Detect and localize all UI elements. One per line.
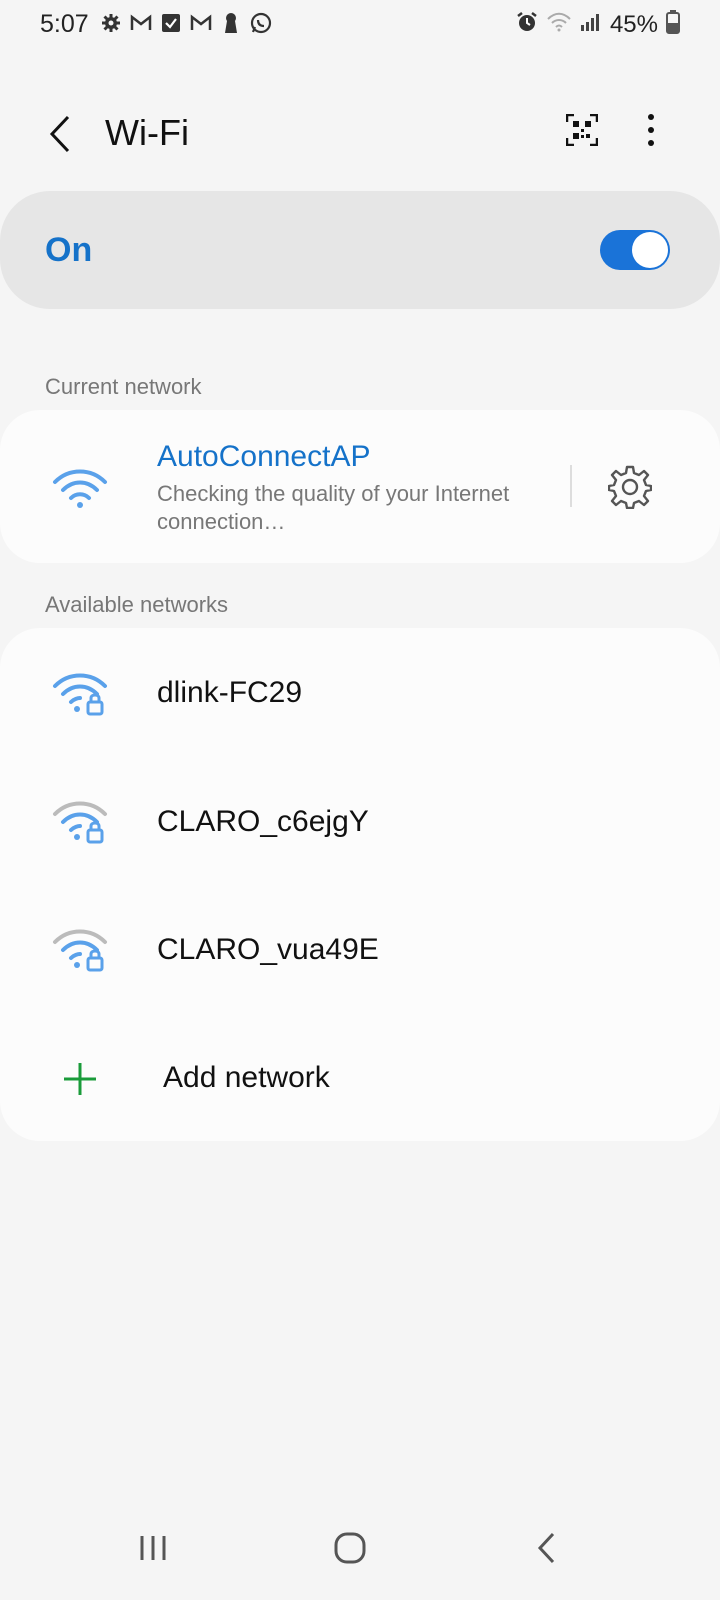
wifi-lock-icon: [53, 929, 107, 972]
more-options-button[interactable]: [640, 108, 662, 152]
battery-percentage: 45%: [609, 10, 658, 38]
status-bar: 5:07 45%: [0, 0, 720, 52]
status-time: 5:07: [40, 10, 89, 38]
more-vert-icon: [648, 114, 654, 120]
back-icon: [537, 1532, 555, 1564]
home-button[interactable]: [325, 1528, 375, 1568]
network-name: dlink-FC29: [157, 676, 303, 709]
signal-icon: [580, 12, 602, 37]
network-name: CLARO_c6ejgY: [157, 805, 369, 838]
available-networks-header: Available networks: [45, 592, 229, 617]
network-settings-button[interactable]: [607, 465, 653, 510]
nav-back-button[interactable]: [522, 1528, 572, 1568]
current-network-card: AutoConnectAP Checking the quality of yo…: [0, 410, 720, 563]
add-network-label: Add network: [163, 1061, 330, 1094]
page-title: Wi-Fi: [105, 112, 189, 153]
chevron-left-icon: [49, 115, 70, 153]
current-network-item[interactable]: AutoConnectAP Checking the quality of yo…: [0, 410, 560, 563]
available-networks-card: dlink-FC29 CLARO_c6ejgY CLARO_vua49E Add…: [0, 628, 720, 1141]
recents-icon: [140, 1536, 166, 1560]
qr-code-button[interactable]: [565, 113, 599, 147]
keyhole-icon: [220, 12, 242, 34]
whatsapp-icon: [250, 12, 272, 34]
wifi-toggle-label: On: [45, 231, 93, 269]
network-item[interactable]: CLARO_vua49E: [0, 886, 720, 1016]
network-item[interactable]: dlink-FC29: [0, 628, 720, 758]
wifi-switch[interactable]: [600, 230, 670, 270]
qr-code-icon: [565, 113, 599, 147]
wifi-icon: [546, 12, 572, 37]
recent-apps-button[interactable]: [128, 1528, 178, 1568]
gmail-icon: [190, 12, 212, 34]
home-icon: [334, 1532, 366, 1564]
notification-icons: [100, 12, 272, 34]
wifi-toggle-card[interactable]: On: [0, 191, 720, 309]
app-header: Wi-Fi: [0, 90, 720, 180]
network-item[interactable]: CLARO_c6ejgY: [0, 758, 720, 888]
switch-knob: [632, 232, 668, 268]
gear-icon: [100, 12, 122, 34]
navigation-bar: [0, 1500, 720, 1600]
wifi-signal-icon: [53, 469, 107, 508]
current-network-header: Current network: [45, 374, 202, 399]
plus-icon: [64, 1063, 96, 1095]
system-icons: 45%: [516, 10, 680, 39]
current-network-name: AutoConnectAP: [157, 440, 371, 473]
alarm-icon: [516, 11, 538, 38]
gmail-icon: [130, 12, 152, 34]
add-network-item[interactable]: Add network: [0, 1014, 720, 1144]
gear-icon: [607, 465, 653, 510]
network-name: CLARO_vua49E: [157, 933, 379, 966]
battery-icon: [666, 10, 680, 39]
current-network-status: Checking the quality of your Internet co…: [157, 481, 510, 534]
checkbox-icon: [160, 12, 182, 34]
wifi-lock-icon: [53, 801, 107, 844]
wifi-lock-icon: [53, 673, 107, 716]
back-button[interactable]: [40, 112, 80, 156]
divider: [570, 465, 572, 507]
